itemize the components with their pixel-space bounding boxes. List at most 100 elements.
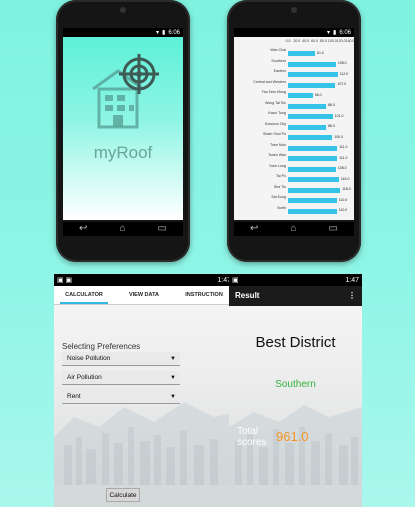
status-time: 6:06 (339, 29, 351, 36)
tab-instruction[interactable]: INSTRUCTION (174, 286, 234, 304)
chart-row: Eastern 112.0 (234, 68, 354, 79)
bar-track: 86.0 (288, 124, 350, 130)
recents-icon[interactable]: ▭ (158, 224, 167, 234)
category-label: Tuen Mun (269, 142, 286, 147)
category-label: Wan Chai (270, 48, 286, 52)
bar (288, 82, 336, 88)
bar-track: 118.0 (288, 187, 351, 193)
bar (288, 156, 338, 161)
dropdown-caret-icon: ▼ (170, 356, 176, 362)
bar-value-label: 111.0 (339, 145, 348, 149)
dropdown-value: Rent (67, 393, 81, 400)
x-axis: 0.0 20.0 40.0 60.0 80.0 100.0 120.0 140.0 (286, 39, 354, 45)
chart-row: Tsuen Wan 111.0 (234, 152, 354, 163)
home-icon[interactable]: ⌂ (119, 224, 125, 234)
bar (288, 166, 336, 172)
bar-track: 108.0 (288, 166, 350, 172)
bar (288, 61, 336, 67)
dropdown-value: Noise Pollution (67, 355, 111, 362)
battery-icon: ▮ (333, 30, 337, 36)
bar-value-label: 86.0 (328, 103, 335, 107)
chart-row: Wan Chai 61.0 (234, 47, 354, 58)
category-label: Sha Tin (273, 184, 286, 189)
bar-track: 101.0 (288, 114, 350, 119)
status-bar: ▣ ▣ 1:47 (54, 274, 234, 286)
tab-view-data[interactable]: VIEW DATA (114, 286, 174, 304)
category-label: Central and Western (253, 79, 286, 84)
battery-icon: ▮ (162, 30, 166, 36)
bar-track: 111.0 (288, 145, 350, 151)
splash-background: myRoof (63, 37, 183, 220)
chart-row: North 110.0 (234, 205, 354, 216)
bar-track: 86.0 (288, 103, 350, 109)
dropdown-value: Air Pollution (67, 374, 102, 381)
preference-dropdown-2[interactable]: Air Pollution ▼ (62, 371, 180, 385)
total-score-value: 961.0 (276, 429, 309, 444)
status-bar: ▣ 1:47 (229, 274, 362, 286)
bar (288, 187, 341, 193)
category-label: Wong Tai Sin (264, 100, 286, 105)
tab-calculator[interactable]: CALCULATOR (54, 286, 114, 304)
app-title: myRoof (93, 143, 153, 162)
category-label: Kwun Tong (268, 111, 286, 115)
x-tick-label: 140.0 (345, 39, 354, 43)
x-tick-label: 60.0 (311, 39, 318, 43)
chart-row: Tuen Mun 111.0 (234, 142, 354, 153)
result-title: Result (235, 291, 260, 300)
action-bar: Result ⋮ (229, 286, 362, 306)
bar-value-label: 111.0 (339, 155, 348, 160)
calculator-screen: ▣ ▣ 1:47 CALCULATOR VIEW DATA INSTRUCTIO… (54, 274, 234, 507)
back-icon[interactable]: ↩ (250, 224, 258, 234)
district-name: Southern (275, 379, 316, 390)
bar-track: 110.0 (288, 208, 350, 214)
back-icon[interactable]: ↩ (79, 224, 87, 234)
preference-dropdown-3[interactable]: Rent ▼ (62, 390, 180, 404)
phone-splash: ▾ ▮ 6:06 myRoof ↩ ⌂ ▭ (56, 0, 190, 262)
category-label: Eastern (273, 69, 286, 73)
category-label: Sham Shui Po (263, 132, 286, 136)
house-target-logo (92, 54, 159, 129)
overflow-menu-icon[interactable]: ⋮ (348, 286, 356, 306)
x-tick-label: 40.0 (302, 39, 310, 43)
bar (288, 124, 327, 130)
dropdown-caret-icon: ▼ (170, 375, 176, 381)
bar-track: 115.0 (288, 177, 350, 182)
bar (288, 208, 337, 214)
bar-value-label: 110.0 (338, 208, 348, 212)
status-time: 6:06 (168, 29, 180, 36)
phone-data: ▾ ▮ 6:06 0.0 20.0 40.0 60.0 80.0 100.0 120.0 14… (227, 0, 361, 262)
bar (288, 114, 333, 119)
nav-bar: ↩ ⌂ ▭ (234, 222, 354, 236)
category-label: Sai Kung (271, 195, 286, 199)
result-screen: ▣ 1:47 Result ⋮ Best District Southern T… (229, 274, 362, 507)
bar-value-label: 100.0 (334, 134, 344, 139)
category-label: Tai Po (276, 174, 286, 178)
bar-value-label: 86.0 (328, 124, 335, 128)
category-label: Kowloon City (265, 121, 286, 126)
preferences-heading: Selecting Preferences (62, 342, 141, 351)
chart-row: Sha Tin 118.0 (234, 184, 354, 195)
category-label: Yuen Long (268, 163, 286, 168)
preference-dropdown-1[interactable]: Noise Pollution ▼ (62, 352, 180, 366)
bar (288, 93, 313, 98)
nav-bar: ↩ ⌂ ▭ (63, 222, 183, 236)
best-district-heading: Best District (255, 334, 336, 351)
bar-value-label: 115.0 (340, 176, 350, 181)
recents-icon[interactable]: ▭ (329, 224, 338, 234)
bar-value-label: 101.0 (334, 113, 344, 118)
calculate-button[interactable]: Calculate (106, 488, 140, 502)
bar-value-label: 107.0 (337, 82, 347, 86)
chart-row: Sai Kung 110.0 (234, 194, 354, 205)
category-label: Tsuen Wan (268, 153, 286, 157)
x-tick-label: 80.0 (320, 39, 327, 43)
total-scores-label: Total scores (237, 426, 266, 448)
category-label: North (277, 205, 286, 210)
home-icon[interactable]: ⌂ (290, 224, 296, 234)
bar-track: 100.0 (288, 135, 350, 140)
wifi-icon: ▾ (155, 30, 159, 36)
status-time: 1:47 (345, 276, 359, 284)
bar-value-label: 108.0 (337, 166, 347, 170)
bar (288, 198, 337, 203)
splash-screen: ▾ ▮ 6:06 myRoof (63, 28, 183, 220)
bar (288, 177, 339, 182)
